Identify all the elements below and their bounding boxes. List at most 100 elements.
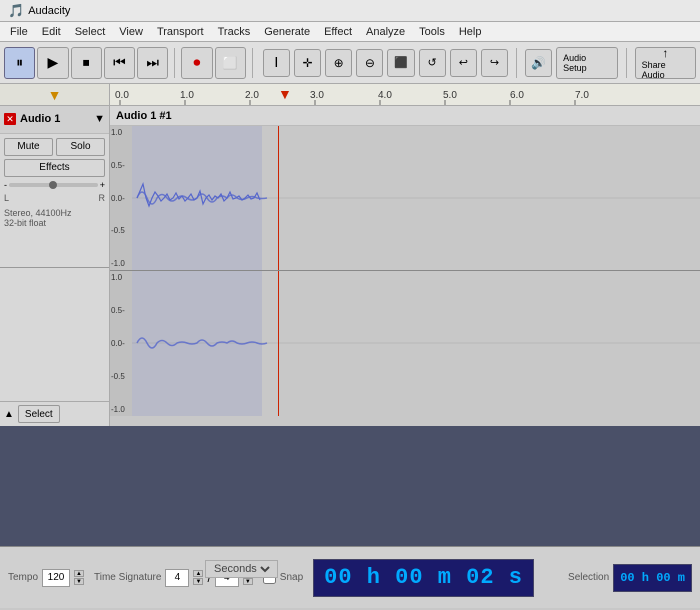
separator-2 [252, 48, 253, 78]
menu-bar: File Edit Select View Transport Tracks G… [0, 22, 700, 42]
volume-slider[interactable] [9, 183, 98, 187]
tempo-down-button[interactable]: ▼ [74, 578, 84, 585]
zoom-out-tool[interactable]: ⊖ [356, 49, 383, 77]
y-label-0.5-top: 0.5- [110, 161, 132, 170]
volume-tool[interactable]: 🔊 [525, 49, 552, 77]
title-bar: 🎵 Audacity [0, 0, 700, 22]
clip-icon: ⬜ [223, 56, 238, 70]
track-dropdown-icon[interactable]: ▼ [94, 113, 105, 125]
y-label-0.0-bot: 0.0- [110, 339, 132, 348]
forward-icon: ⏭ [146, 54, 159, 71]
y-label-1.0-top: 1.0 [110, 128, 132, 137]
time-sig-numerator[interactable] [165, 569, 189, 587]
menu-effect[interactable]: Effect [318, 24, 358, 40]
snap-label: Snap [280, 572, 303, 583]
separator-4 [626, 48, 627, 78]
channel-top[interactable]: 1.0 0.5- 0.0- -0.5 -1.0 [110, 126, 700, 271]
audio-setup-label: Audio Setup [563, 53, 610, 73]
menu-view[interactable]: View [113, 24, 149, 40]
y-label-neg0.5-bot: -0.5 [110, 372, 132, 381]
menu-tools[interactable]: Tools [413, 24, 451, 40]
timesig-den-down[interactable]: ▼ [243, 578, 253, 585]
menu-tracks[interactable]: Tracks [212, 24, 257, 40]
seconds-label: Seconds [205, 560, 278, 578]
separator-3 [516, 48, 517, 78]
y-label-0.0-top: 0.0- [110, 194, 132, 203]
zoom-reset-tool[interactable]: ↺ [419, 49, 446, 77]
tempo-up-button[interactable]: ▲ [74, 570, 84, 577]
tempo-input[interactable] [42, 569, 70, 587]
cursor-tool[interactable]: I [263, 49, 290, 77]
effects-button[interactable]: Effects [4, 159, 105, 177]
zoom-fit-tool[interactable]: ⬛ [387, 49, 414, 77]
track-close-button[interactable]: ✕ [4, 113, 16, 125]
mute-button[interactable]: Mute [4, 138, 53, 156]
tempo-control: Tempo ▲ ▼ [8, 569, 84, 587]
share-audio-button[interactable]: ↑ Share Audio [635, 47, 696, 79]
forward-button[interactable]: ⏭ [137, 47, 168, 79]
undo-tool[interactable]: ↩ [450, 49, 477, 77]
pause-button[interactable]: ⏸ [4, 47, 35, 79]
playhead-line-top [278, 126, 279, 270]
audio-setup-button[interactable]: Audio Setup [556, 47, 617, 79]
track-panel: ✕ Audio 1 ▼ Mute Solo Effects - + L [0, 106, 110, 426]
tempo-label: Tempo [8, 572, 38, 583]
volume-min-label: - [4, 180, 7, 190]
selection-time-value: 00 h 00 m [620, 571, 685, 585]
waveform-svg-top [132, 126, 700, 270]
bottom-section: Tempo ▲ ▼ Time Signature ▲ ▼ / ▲ ▼ Snap … [0, 546, 700, 608]
lr-labels: L R [4, 193, 105, 203]
ruler-ticks-svg [110, 84, 700, 105]
redo-tool[interactable]: ↪ [481, 49, 508, 77]
clip-button[interactable]: ⬜ [215, 47, 246, 79]
share-audio-label: Share Audio [642, 60, 689, 80]
channel-bottom[interactable]: 1.0 0.5- 0.0- -0.5 -1.0 [110, 271, 700, 416]
menu-transport[interactable]: Transport [151, 24, 210, 40]
share-icon: ↑ [662, 46, 668, 60]
y-label-neg0.5-top: -0.5 [110, 226, 132, 235]
select-button[interactable]: Select [18, 405, 60, 423]
play-button[interactable]: ▶ [37, 47, 68, 79]
y-label-neg1.0-top: -1.0 [110, 259, 132, 268]
app-icon: 🎵 [8, 3, 24, 19]
ruler-left-panel: ▼ [0, 84, 110, 105]
menu-generate[interactable]: Generate [258, 24, 316, 40]
time-sig-label: Time Signature [94, 572, 161, 583]
timesig-up-button[interactable]: ▲ [193, 570, 203, 577]
menu-select[interactable]: Select [69, 24, 112, 40]
menu-analyze[interactable]: Analyze [360, 24, 411, 40]
timesig-down-button[interactable]: ▼ [193, 578, 203, 585]
expand-icon: ▲ [4, 409, 14, 420]
main-content: ✕ Audio 1 ▼ Mute Solo Effects - + L [0, 106, 700, 426]
track-title-bar: Audio 1 #1 [110, 106, 700, 126]
ruler-scale[interactable]: 0.0 1.0 2.0 ▼ 3.0 4.0 5.0 6.0 7.0 [110, 84, 700, 105]
record-button[interactable]: ⏺ [181, 47, 212, 79]
menu-help[interactable]: Help [453, 24, 488, 40]
y-label-0.5-bot: 0.5- [110, 306, 132, 315]
menu-file[interactable]: File [4, 24, 34, 40]
tempo-spinner: ▲ ▼ [74, 570, 84, 585]
select-tool[interactable]: ✛ [294, 49, 321, 77]
track-name: Audio 1 [20, 113, 90, 125]
playhead-line-bottom [278, 271, 279, 416]
timeline-ruler: ▼ 0.0 1.0 2.0 ▼ 3.0 4.0 5.0 6.0 7.0 [0, 84, 700, 106]
menu-edit[interactable]: Edit [36, 24, 67, 40]
below-tracks-area [0, 426, 700, 546]
track-info: Stereo, 44100Hz 32-bit float [4, 206, 105, 230]
clip-name: Audio 1 #1 [116, 110, 172, 122]
zoom-in-tool[interactable]: ⊕ [325, 49, 352, 77]
stop-button[interactable]: ⏹ [71, 47, 102, 79]
seconds-select[interactable]: Seconds [210, 562, 273, 576]
time-display-value: 00 h 00 m 02 s [324, 565, 523, 590]
record-icon: ⏺ [193, 54, 200, 71]
right-channel-label: R [99, 193, 106, 203]
selection-time-display: 00 h 00 m [613, 564, 692, 592]
selection-display: Selection 00 h 00 m [568, 564, 692, 592]
pause-icon: ⏸ [16, 54, 23, 71]
y-label-neg1.0-bot: -1.0 [110, 405, 132, 414]
track-info-line2: 32-bit float [4, 218, 105, 228]
app-title: Audacity [28, 5, 70, 17]
y-axis-bottom: 1.0 0.5- 0.0- -0.5 -1.0 [110, 271, 132, 416]
solo-button[interactable]: Solo [56, 138, 105, 156]
rewind-button[interactable]: ⏮ [104, 47, 135, 79]
